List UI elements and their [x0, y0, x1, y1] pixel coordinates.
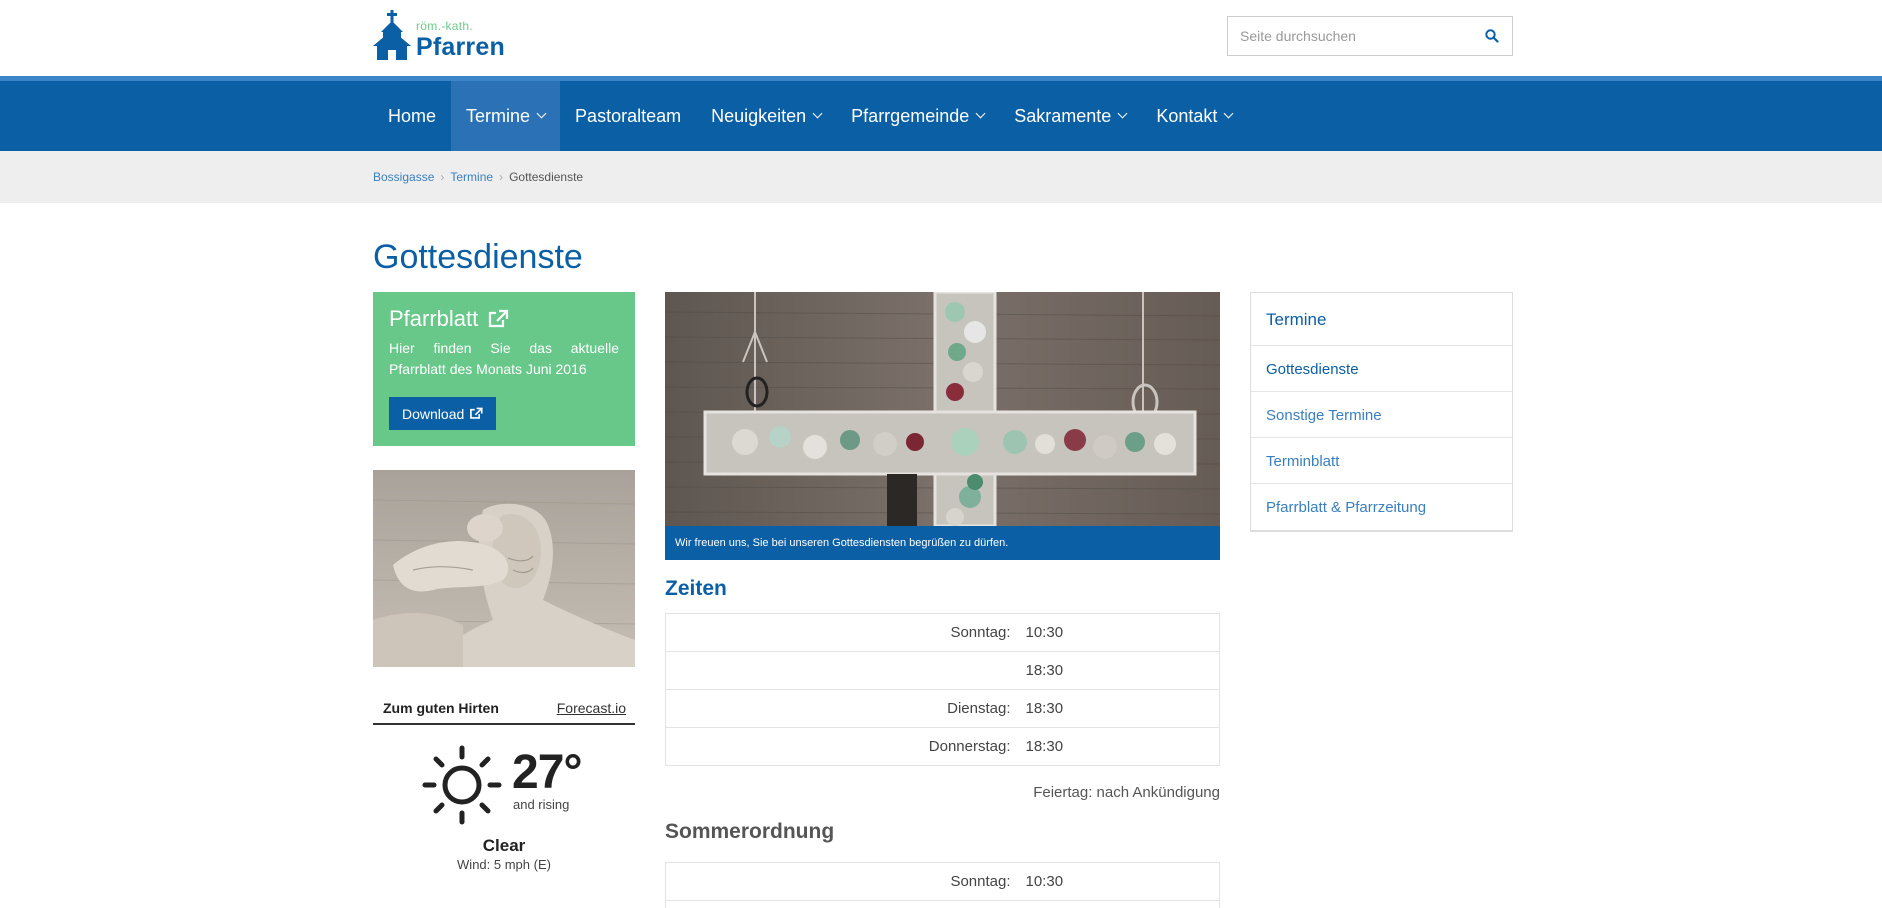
page-title: Gottesdienste	[373, 238, 583, 276]
weather-widget: 27° and rising Clear Wind: 5 mph (E)	[373, 740, 635, 880]
breadcrumb-bar: Bossigasse › Termine › Gottesdienste	[0, 151, 1882, 203]
good-shepherd-statue-image	[373, 470, 635, 667]
nav-item-sakramente[interactable]: Sakramente	[999, 81, 1141, 151]
logo-subtitle: röm.-kath.	[416, 19, 474, 33]
sidebar-item-sonstige-termine[interactable]: Sonstige Termine	[1251, 392, 1512, 438]
sidebar-item-terminblatt[interactable]: Terminblatt	[1251, 438, 1512, 484]
sommerordnung-heading: Sommerordnung	[665, 820, 835, 843]
logo-title: Pfarren	[416, 33, 505, 61]
temperature-trend: and rising	[513, 797, 570, 812]
breadcrumb-link-termine[interactable]: Termine	[450, 170, 493, 184]
wind-info: Wind: 5 mph (E)	[457, 857, 551, 872]
sidebar-item-pfarrblatt-pfarrzeitung[interactable]: Pfarrblatt & Pfarrzeitung	[1251, 484, 1512, 530]
breadcrumb-separator-icon: ›	[499, 170, 504, 184]
table-row: Donnerstag: 18:30	[665, 727, 1220, 766]
table-row: Dienstag: 18:30	[665, 689, 1220, 728]
external-link-icon	[470, 407, 483, 419]
holiday-note: Feiertag: nach Ankündigung	[1033, 784, 1220, 801]
sidebar-nav: Termine Gottesdienste Sonstige Termine T…	[1250, 292, 1513, 532]
pfarrblatt-box: Pfarrblatt Hier finden Sie das aktuelle …	[373, 292, 635, 446]
chevron-down-icon	[1223, 108, 1234, 119]
nav-item-pfarrgemeinde[interactable]: Pfarrgemeinde	[836, 81, 999, 151]
search-box	[1227, 16, 1513, 56]
sun-icon	[422, 745, 502, 825]
chevron-down-icon	[536, 108, 547, 119]
forecast-link[interactable]: Forecast.io	[557, 700, 626, 716]
weather-header: Zum guten Hirten Forecast.io	[373, 692, 635, 725]
nav-item-pastoralteam[interactable]: Pastoralteam	[560, 81, 696, 151]
external-link-icon	[489, 309, 509, 328]
weather-location: Zum guten Hirten	[383, 700, 499, 716]
nav-item-neuigkeiten[interactable]: Neuigkeiten	[696, 81, 836, 151]
sommerordnung-table: Sonntag: 10:30	[665, 862, 1220, 908]
pfarrblatt-text: Hier finden Sie das aktuelle Pfarrblatt …	[389, 340, 619, 377]
zeiten-table: Sonntag: 10:30 18:30 Dienstag: 18:30 Don…	[665, 613, 1220, 766]
breadcrumb: Bossigasse › Termine › Gottesdienste	[373, 170, 583, 184]
download-button[interactable]: Download	[389, 397, 497, 430]
sidebar-title[interactable]: Termine	[1251, 293, 1512, 346]
search-button[interactable]	[1472, 17, 1512, 55]
nav-item-termine[interactable]: Termine	[451, 81, 561, 151]
table-row: Sonntag: 10:30	[665, 613, 1220, 652]
search-input[interactable]	[1228, 17, 1468, 55]
table-row: Sonntag: 10:30	[665, 862, 1220, 901]
breadcrumb-separator-icon: ›	[440, 170, 445, 184]
site-header: röm.-kath. Pfarren	[0, 0, 1882, 76]
zeiten-heading: Zeiten	[665, 577, 727, 600]
hero-image: Wir freuen uns, Sie bei unseren Gottesdi…	[665, 292, 1220, 560]
hero-caption: Wir freuen uns, Sie bei unseren Gottesdi…	[665, 526, 1220, 560]
main-nav: Home Termine Pastoralteam Neuigkeiten Pf…	[0, 81, 1882, 151]
table-row: 18:30	[665, 651, 1220, 690]
breadcrumb-link-bossigasse[interactable]: Bossigasse	[373, 170, 434, 184]
pfarrblatt-title[interactable]: Pfarrblatt	[389, 306, 619, 332]
nav-item-home[interactable]: Home	[373, 81, 451, 151]
weather-condition: Clear	[482, 836, 526, 855]
search-icon	[1485, 29, 1499, 43]
sidebar-item-gottesdienste[interactable]: Gottesdienste	[1251, 346, 1512, 392]
breadcrumb-current: Gottesdienste	[509, 170, 584, 184]
chevron-down-icon	[812, 108, 823, 119]
site-logo[interactable]: röm.-kath. Pfarren	[373, 10, 523, 62]
temperature: 27°	[512, 746, 583, 799]
chevron-down-icon	[1117, 108, 1128, 119]
table-row	[665, 900, 1220, 908]
chevron-down-icon	[975, 108, 986, 119]
nav-item-kontakt[interactable]: Kontakt	[1141, 81, 1247, 151]
church-icon	[373, 10, 411, 60]
